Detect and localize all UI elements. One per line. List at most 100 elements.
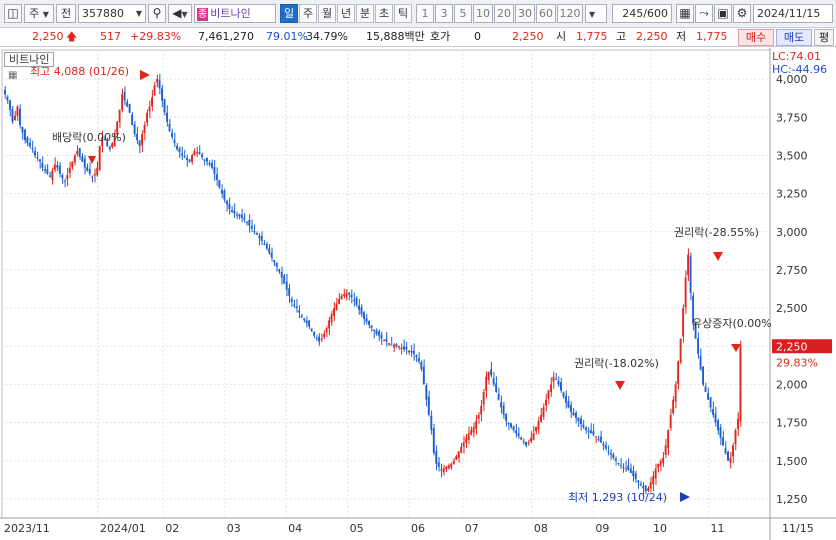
data-count-input[interactable]: 245/600 <box>612 4 672 23</box>
market-select[interactable]: 주 ▼ <box>24 4 54 23</box>
candle-body <box>173 140 176 144</box>
candle-body <box>240 214 243 219</box>
sell-button[interactable]: 매도 <box>776 29 812 46</box>
prev-label: 전 <box>60 7 72 20</box>
save-icon[interactable]: ▣ <box>714 4 732 23</box>
speaker-icon[interactable]: ◀▼ <box>168 4 192 23</box>
interval-1-button[interactable]: 1 <box>416 4 434 23</box>
candle-body <box>577 417 580 422</box>
candle-body <box>712 409 714 415</box>
candle-body <box>26 137 29 144</box>
price-chart[interactable]: 4,0003,7503,5003,2503,0002,7502,5002,250… <box>0 48 836 540</box>
interval-custom-input[interactable]: ▼ <box>585 4 607 23</box>
period-week-button[interactable]: 주 <box>299 4 317 23</box>
period-year-button[interactable]: 년 <box>337 4 355 23</box>
candle-body <box>375 330 378 335</box>
candle-body <box>737 418 739 429</box>
candle-body <box>333 308 336 316</box>
candle-body <box>445 466 448 470</box>
period-tick-button[interactable]: 틱 <box>394 4 412 23</box>
stock-name-field[interactable]: 종 비트나인 <box>194 4 276 23</box>
lc-indicator: LC:74.01 <box>772 50 821 63</box>
search-icon[interactable]: ⚲ <box>148 4 166 23</box>
candle-body <box>579 418 582 425</box>
candle-body <box>542 407 545 417</box>
candle-body <box>358 305 360 310</box>
candle-body <box>225 200 228 205</box>
candle-body <box>589 430 592 434</box>
interval-10-button[interactable]: 10 <box>473 4 493 23</box>
x-tick-label: 08 <box>534 522 548 535</box>
candle-body <box>557 380 560 385</box>
candle-body <box>545 399 547 406</box>
period-label: 분 <box>359 7 371 20</box>
evaluate-button[interactable]: 평 <box>814 29 834 46</box>
buy-button[interactable]: 매수 <box>738 29 774 46</box>
candle-body <box>582 424 585 428</box>
period-second-button[interactable]: 초 <box>375 4 393 23</box>
current-price: 2,250 <box>32 30 64 43</box>
y-tick-label: 3,000 <box>776 226 808 239</box>
rights2-arrow <box>713 252 723 261</box>
candle-body <box>368 321 370 325</box>
candle-body <box>365 318 368 322</box>
candle-body <box>283 275 286 284</box>
period-day-button[interactable]: 일 <box>280 4 298 23</box>
chart-window-icon[interactable]: ◫ <box>4 4 22 23</box>
candle-body <box>569 405 572 412</box>
candle-body <box>392 344 395 348</box>
interval-120-button[interactable]: 120 <box>557 4 583 23</box>
interval-20-button[interactable]: 20 <box>494 4 514 23</box>
candle-body <box>702 366 705 385</box>
candle-body <box>460 447 463 453</box>
candle-body <box>649 482 652 489</box>
candle-body <box>91 176 94 178</box>
stock-type-tag: 종 <box>197 8 209 21</box>
period-minute-button[interactable]: 분 <box>356 4 374 23</box>
candle-body <box>205 157 208 162</box>
candle-type-icon[interactable]: ▦ <box>676 4 694 23</box>
draw-line-icon[interactable]: ⤳ <box>695 4 713 23</box>
candle-body <box>250 225 253 229</box>
candle-body <box>564 395 567 403</box>
candle-body <box>520 437 522 440</box>
candle-body <box>265 244 268 249</box>
x-tick-label: 05 <box>350 522 364 535</box>
candle-body <box>619 465 622 467</box>
candle-body <box>348 292 350 295</box>
candle-body <box>298 310 301 313</box>
interval-60-button[interactable]: 60 <box>536 4 556 23</box>
candle-body <box>263 243 266 245</box>
candle-body <box>435 451 438 464</box>
candle-body <box>505 413 508 422</box>
period-label: 틱 <box>397 7 409 20</box>
candle-body <box>255 233 258 235</box>
gear-icon[interactable]: ⚙ <box>733 4 751 23</box>
candle-body <box>16 106 19 116</box>
candle-body <box>734 430 737 444</box>
interval-label: 30 <box>518 7 532 20</box>
candle-body <box>138 140 141 147</box>
candle-body <box>343 294 345 297</box>
candle-body <box>420 362 423 370</box>
candle-body <box>699 355 702 370</box>
candle-body <box>218 180 221 188</box>
candle-body <box>330 314 333 323</box>
period-month-button[interactable]: 월 <box>318 4 336 23</box>
candle-body <box>517 433 520 437</box>
high-arrow <box>140 70 150 80</box>
interval-3-button[interactable]: 3 <box>435 4 453 23</box>
candle-body <box>604 445 607 449</box>
candle-body <box>587 430 590 432</box>
candle-body <box>407 350 410 353</box>
hoga-value: 0 <box>474 30 481 43</box>
candle-body <box>717 420 719 431</box>
candle-body <box>148 106 151 112</box>
stock-code-input[interactable]: 357880 ▼ <box>78 4 146 23</box>
chevron-down-icon: ▼ <box>42 10 49 19</box>
interval-30-button[interactable]: 30 <box>515 4 535 23</box>
interval-5-button[interactable]: 5 <box>454 4 472 23</box>
date-input[interactable]: 2024/11/15 <box>753 4 833 23</box>
prev-button[interactable]: 전 <box>56 4 76 23</box>
candle-body <box>477 414 480 419</box>
